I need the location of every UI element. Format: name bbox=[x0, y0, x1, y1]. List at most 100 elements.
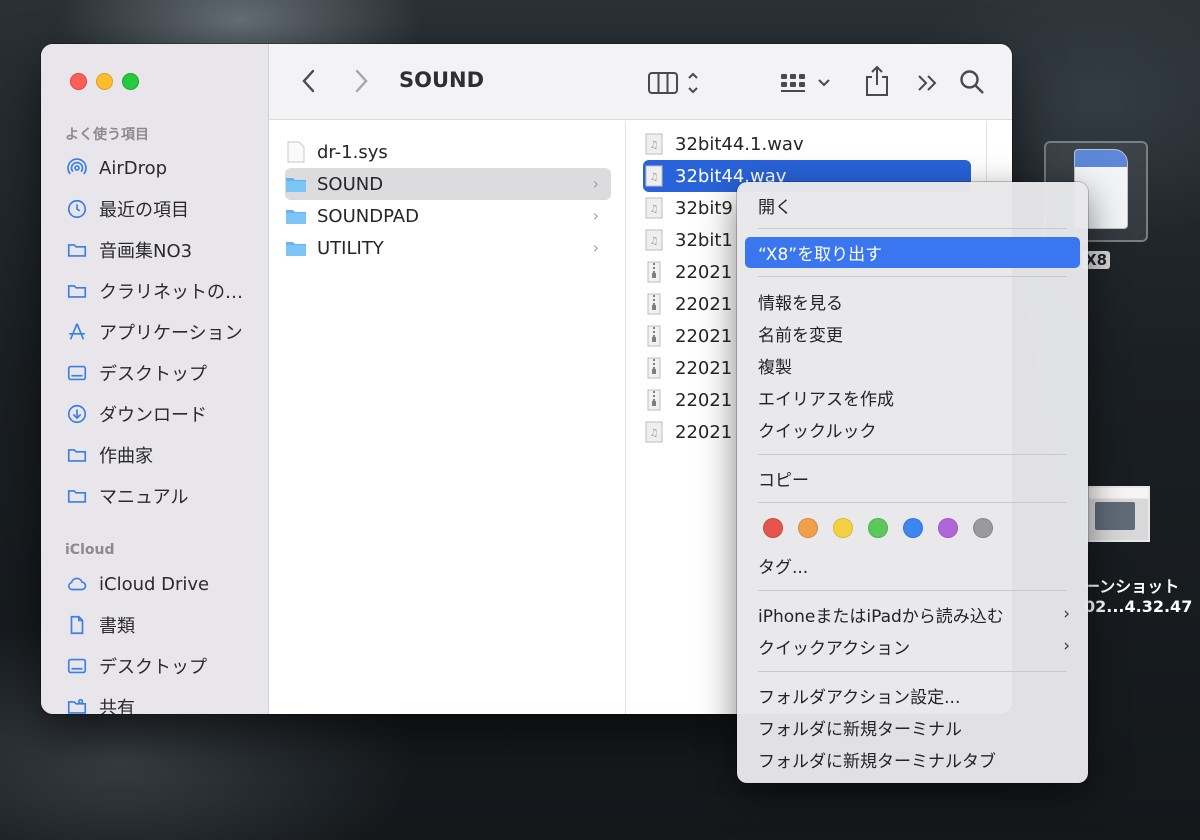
menu-item-copy[interactable]: コピー bbox=[745, 463, 1080, 494]
audio-file-icon: ♫ bbox=[643, 164, 665, 188]
sidebar-item-label: 作曲家 bbox=[99, 446, 153, 467]
airdrop-icon bbox=[65, 156, 89, 180]
list-item[interactable]: UTILITY › bbox=[285, 232, 611, 264]
sidebar-item-folder-4[interactable]: マニュアル bbox=[65, 481, 265, 511]
document-icon bbox=[65, 613, 89, 637]
sidebar-item-folder-3[interactable]: 作曲家 bbox=[65, 440, 265, 470]
toolbar: SOUND bbox=[269, 44, 1012, 120]
desktop-icon bbox=[65, 361, 89, 385]
zip-file-icon bbox=[643, 260, 665, 284]
menu-separator bbox=[758, 454, 1067, 455]
chevron-right-icon: › bbox=[592, 238, 599, 257]
chevron-right-icon: › bbox=[1063, 636, 1070, 656]
sidebar-item-label: AirDrop bbox=[99, 157, 168, 179]
menu-item-import-iphone[interactable]: iPhoneまたはiPadから読み込む › bbox=[745, 599, 1080, 630]
menu-item-eject[interactable]: “X8”を取り出す bbox=[745, 237, 1080, 268]
menu-item-new-terminal[interactable]: フォルダに新規ターミナル bbox=[745, 712, 1080, 743]
menu-item-make-alias[interactable]: エイリアスを作成 bbox=[745, 382, 1080, 413]
chevron-right-icon bbox=[355, 69, 368, 93]
tag-orange-button[interactable] bbox=[798, 518, 818, 538]
screenshot-label-line2[interactable]: 02...4.32.47 bbox=[1084, 597, 1192, 616]
sidebar-item-label: iCloud Drive bbox=[99, 573, 210, 595]
context-menu: 開く “X8”を取り出す 情報を見る 名前を変更 複製 エイリアスを作成 クイッ… bbox=[737, 182, 1088, 783]
view-mode-button[interactable] bbox=[647, 68, 703, 98]
menu-separator bbox=[758, 228, 1067, 229]
share-button[interactable] bbox=[861, 64, 893, 98]
tag-gray-button[interactable] bbox=[973, 518, 993, 538]
folder-icon bbox=[65, 279, 89, 303]
file-name: SOUNDPAD bbox=[317, 205, 419, 227]
sidebar-item-desktop[interactable]: デスクトップ bbox=[65, 358, 265, 388]
tag-green-button[interactable] bbox=[868, 518, 888, 538]
sidebar-item-applications[interactable]: アプリケーション bbox=[65, 317, 265, 347]
list-item-selected[interactable]: SOUND › bbox=[285, 168, 611, 200]
sidebar-item-label: 最近の項目 bbox=[99, 200, 189, 221]
icloud-header: iCloud bbox=[65, 542, 115, 558]
sidebar-item-airdrop[interactable]: AirDrop bbox=[65, 153, 265, 183]
menu-item-new-terminal-tab[interactable]: フォルダに新規ターミナルタブ bbox=[745, 744, 1080, 775]
minimize-button[interactable] bbox=[96, 73, 113, 90]
folder-icon bbox=[285, 172, 307, 196]
sidebar-item-documents[interactable]: 書類 bbox=[65, 610, 265, 640]
audio-file-icon: ♫ bbox=[643, 132, 665, 156]
zoom-button[interactable] bbox=[122, 73, 139, 90]
sidebar-item-downloads[interactable]: ダウンロード bbox=[65, 399, 265, 429]
sidebar-item-folder-1[interactable]: 音画集NO3 bbox=[65, 235, 265, 265]
search-icon bbox=[960, 70, 984, 94]
list-item[interactable]: dr-1.sys bbox=[285, 136, 611, 168]
file-name: 22021 bbox=[675, 325, 733, 347]
zip-file-icon bbox=[643, 388, 665, 412]
folder-icon bbox=[65, 484, 89, 508]
sidebar-item-label: アプリケーション bbox=[99, 323, 243, 344]
menu-item-tags[interactable]: タグ... bbox=[745, 550, 1080, 581]
menu-item-open[interactable]: 開く bbox=[745, 190, 1080, 221]
menu-separator bbox=[758, 276, 1067, 277]
list-item[interactable]: SOUNDPAD › bbox=[285, 200, 611, 232]
tag-purple-button[interactable] bbox=[938, 518, 958, 538]
file-name: 22021 bbox=[675, 293, 733, 315]
close-button[interactable] bbox=[70, 73, 87, 90]
menu-item-rename[interactable]: 名前を変更 bbox=[745, 318, 1080, 349]
search-button[interactable] bbox=[957, 66, 987, 98]
grid-group-icon bbox=[781, 74, 830, 92]
tag-red-button[interactable] bbox=[763, 518, 783, 538]
audio-file-icon: ♫ bbox=[643, 420, 665, 444]
sidebar-item-icloud-desktop[interactable]: デスクトップ bbox=[65, 651, 265, 681]
list-item[interactable]: ♫ 32bit44.1.wav bbox=[643, 128, 971, 160]
sidebar-item-shared[interactable]: 共有 bbox=[65, 692, 265, 714]
sidebar-item-icloud-drive[interactable]: iCloud Drive bbox=[65, 569, 265, 599]
audio-file-icon: ♫ bbox=[643, 228, 665, 252]
sidebar-item-label: マニュアル bbox=[99, 487, 189, 508]
shared-folder-icon bbox=[65, 695, 89, 714]
screenshot-file-icon[interactable] bbox=[1087, 486, 1150, 542]
menu-item-get-info[interactable]: 情報を見る bbox=[745, 286, 1080, 317]
sidebar-item-folder-2[interactable]: クラリネットの… bbox=[65, 276, 265, 306]
chevron-left-icon bbox=[302, 69, 315, 93]
zip-file-icon bbox=[643, 356, 665, 380]
screenshot-label-line1[interactable]: ーンショット bbox=[1084, 573, 1179, 597]
menu-item-quick-actions[interactable]: クイックアクション › bbox=[745, 631, 1080, 662]
menu-item-label: iPhoneまたはiPadから読み込む bbox=[758, 607, 1004, 627]
folder-icon bbox=[65, 238, 89, 262]
back-button[interactable] bbox=[297, 66, 321, 96]
tag-blue-button[interactable] bbox=[903, 518, 923, 538]
group-button[interactable] bbox=[779, 68, 835, 98]
applications-icon bbox=[65, 320, 89, 344]
tag-yellow-button[interactable] bbox=[833, 518, 853, 538]
svg-text:♫: ♫ bbox=[650, 236, 659, 247]
forward-button[interactable] bbox=[349, 66, 373, 96]
sidebar-item-label: 音画集NO3 bbox=[99, 241, 193, 262]
menu-separator bbox=[758, 502, 1067, 503]
favorites-header: よく使う項目 bbox=[65, 127, 149, 143]
file-name: dr-1.sys bbox=[317, 141, 388, 163]
sidebar-item-label: ダウンロード bbox=[99, 405, 207, 426]
sidebar-item-label: 共有 bbox=[99, 698, 135, 714]
more-toolbar-button[interactable] bbox=[913, 68, 941, 98]
folder-icon bbox=[285, 236, 307, 260]
sidebar-item-recents[interactable]: 最近の項目 bbox=[65, 194, 265, 224]
sidebar-item-label: クラリネットの… bbox=[99, 282, 243, 303]
menu-item-folder-actions[interactable]: フォルダアクション設定... bbox=[745, 680, 1080, 711]
menu-item-duplicate[interactable]: 複製 bbox=[745, 350, 1080, 381]
menu-item-quick-look[interactable]: クイックルック bbox=[745, 414, 1080, 445]
tag-colors bbox=[763, 518, 993, 538]
